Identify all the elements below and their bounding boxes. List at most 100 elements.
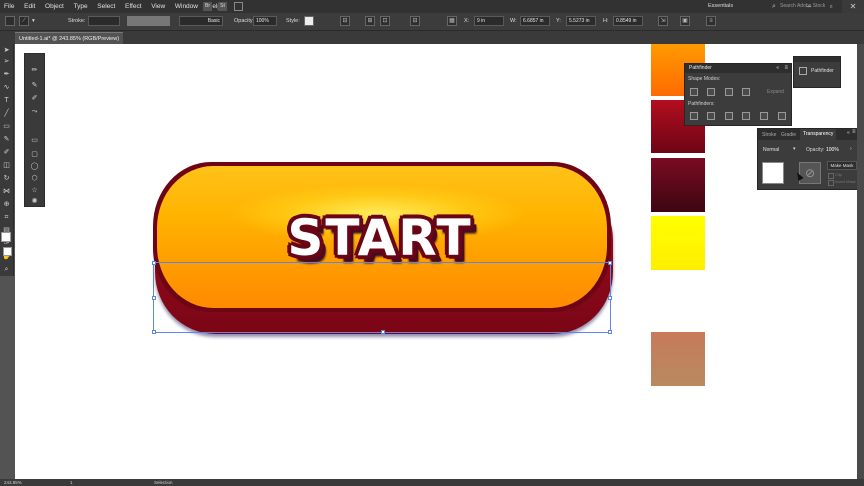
chevron-down-icon[interactable]: ▾ xyxy=(793,146,796,152)
direct-selection-tool-icon[interactable]: ➢ xyxy=(1,57,12,67)
pathfinder-icon[interactable] xyxy=(799,67,807,75)
align-center-icon[interactable]: ⊞ xyxy=(365,16,375,26)
make-mask-button[interactable]: Make Mask xyxy=(827,161,857,170)
artboard-number[interactable]: 1 xyxy=(70,479,73,486)
rectangle-shape-icon[interactable]: ▭ xyxy=(28,136,41,146)
expand-button[interactable]: Expand xyxy=(767,89,784,95)
handle-top-left[interactable] xyxy=(152,261,156,265)
menu-edit[interactable]: Edit xyxy=(20,0,39,13)
tab-transparency[interactable]: Transparency xyxy=(800,129,837,140)
width-tool-icon[interactable]: ⋈ xyxy=(1,187,12,197)
selection-bounding-box[interactable] xyxy=(152,261,612,334)
join-tool-icon[interactable]: ⤳ xyxy=(28,107,41,117)
collapse-icon[interactable]: « xyxy=(776,64,779,73)
graphic-style-swatch[interactable] xyxy=(304,16,314,26)
opacity-field[interactable]: 100% xyxy=(253,16,277,26)
opacity-value[interactable]: 100% xyxy=(826,147,839,153)
w-field[interactable]: 6.6857 in xyxy=(520,16,550,26)
menu-type[interactable]: Type xyxy=(70,0,92,13)
minus-back-icon[interactable] xyxy=(778,112,786,120)
pencil-tool-icon[interactable]: ✏ xyxy=(28,66,41,76)
y-field[interactable]: 5.5273 in xyxy=(566,16,596,26)
workspace-switcher[interactable]: Essentials xyxy=(708,0,733,13)
align-icon[interactable]: ⊟ xyxy=(340,16,350,26)
handle-middle-left[interactable] xyxy=(152,296,156,300)
pathfinder-title[interactable]: Pathfinder xyxy=(685,64,791,73)
polygon-tool-icon[interactable]: ⬡ xyxy=(28,174,41,184)
outline-icon[interactable] xyxy=(760,112,768,120)
swatch-tan[interactable] xyxy=(651,332,705,386)
align-right-icon[interactable]: ⊡ xyxy=(380,16,390,26)
menu-window[interactable]: Window xyxy=(171,0,202,13)
shaper-tool-icon[interactable]: ✐ xyxy=(1,148,12,158)
star-tool-icon[interactable]: ☆ xyxy=(28,186,41,196)
handle-bottom-center[interactable] xyxy=(381,330,385,334)
vertical-scrollbar[interactable] xyxy=(857,44,864,479)
rotate-tool-icon[interactable]: ↻ xyxy=(1,174,12,184)
swatch-yellow[interactable] xyxy=(651,216,705,270)
handle-top-right[interactable] xyxy=(608,261,612,265)
trim-icon[interactable] xyxy=(707,112,715,120)
shape-builder-tool-icon[interactable]: ⊕ xyxy=(1,200,12,210)
menu-file[interactable]: File xyxy=(0,0,18,13)
pathfinder-collapsed-label[interactable]: Pathfinder xyxy=(811,68,834,74)
pen-tool-icon[interactable]: ✒ xyxy=(1,70,12,80)
type-tool-icon[interactable]: T xyxy=(1,96,12,106)
variable-width-profile[interactable] xyxy=(127,16,170,26)
reference-point-icon[interactable]: ▦ xyxy=(447,16,457,26)
swatch-maroon[interactable] xyxy=(651,158,705,212)
h-field[interactable]: 0.8549 in xyxy=(613,16,643,26)
ellipse-tool-icon[interactable]: ◯ xyxy=(28,162,41,172)
exclude-icon[interactable] xyxy=(742,88,750,96)
mesh-tool-icon[interactable]: ⌗ xyxy=(1,213,12,223)
divide-icon[interactable] xyxy=(690,112,698,120)
bridge-icon[interactable]: Br xyxy=(203,2,212,11)
flare-tool-icon[interactable]: ✺ xyxy=(28,197,41,207)
invert-mask-checkbox[interactable] xyxy=(828,180,834,186)
path-eraser-tool-icon[interactable]: ✐ xyxy=(28,94,41,104)
panel-menu-icon[interactable]: ≡ xyxy=(784,64,788,73)
close-icon[interactable]: ✕ xyxy=(842,0,864,13)
paintbrush-tool-icon[interactable]: ✎ xyxy=(1,135,12,145)
object-thumbnail[interactable] xyxy=(762,162,784,184)
smooth-tool-icon[interactable]: ✎ xyxy=(28,81,41,91)
stock-icon[interactable]: St xyxy=(218,2,227,11)
rectangle-tool-icon[interactable]: ▭ xyxy=(1,122,12,132)
no-mask-thumbnail[interactable]: ⊘ xyxy=(799,162,821,184)
chevron-down-icon[interactable]: ▾ xyxy=(32,16,35,26)
fill-swatch[interactable] xyxy=(5,16,15,26)
zoom-tool-icon[interactable]: ⌕ xyxy=(1,265,12,275)
menu-object[interactable]: Object xyxy=(41,0,68,13)
stroke-color-box[interactable] xyxy=(3,247,12,256)
unite-icon[interactable] xyxy=(690,88,698,96)
crop-icon[interactable] xyxy=(742,112,750,120)
menu-select[interactable]: Select xyxy=(93,0,119,13)
rounded-rectangle-icon[interactable]: ▢ xyxy=(28,150,41,160)
selection-tool-icon[interactable]: ➤ xyxy=(1,46,12,56)
intersect-icon[interactable] xyxy=(725,88,733,96)
transparency-collapse-icon[interactable]: « xyxy=(847,130,850,136)
blend-mode-select[interactable]: Normal xyxy=(763,147,779,153)
transparency-menu-icon[interactable]: ≡ xyxy=(852,129,856,135)
maximize-icon[interactable]: ▫ xyxy=(820,0,842,13)
eraser-tool-icon[interactable]: ◫ xyxy=(1,161,12,171)
tab-stroke[interactable]: Stroke xyxy=(762,132,776,138)
minus-front-icon[interactable] xyxy=(707,88,715,96)
clip-checkbox[interactable] xyxy=(828,173,834,179)
fill-color-box[interactable] xyxy=(1,232,11,242)
line-tool-icon[interactable]: ╱ xyxy=(1,109,12,119)
zoom-level[interactable]: 243.85% xyxy=(4,479,22,486)
minimize-icon[interactable]: – xyxy=(798,0,820,13)
handle-bottom-left[interactable] xyxy=(152,330,156,334)
transform-icon[interactable]: ⇲ xyxy=(658,16,668,26)
menu-icon[interactable]: ≡ xyxy=(706,16,716,26)
curvature-tool-icon[interactable]: ∿ xyxy=(1,83,12,93)
handle-middle-right[interactable] xyxy=(608,296,612,300)
distribute-icon[interactable]: ⊟ xyxy=(410,16,420,26)
merge-icon[interactable] xyxy=(725,112,733,120)
stroke-weight-field[interactable] xyxy=(88,16,120,26)
stroke-color-swatch[interactable]: ⟋ xyxy=(19,16,29,26)
menu-view[interactable]: View xyxy=(147,0,169,13)
isolate-icon[interactable]: ▣ xyxy=(680,16,690,26)
tab-gradient[interactable]: Gradie xyxy=(781,132,796,138)
